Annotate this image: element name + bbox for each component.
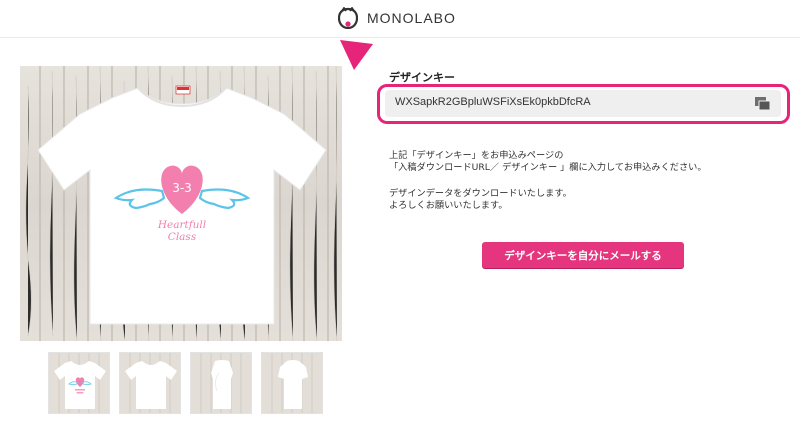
- instruction-line-4: よろしくお願いいたします。: [389, 200, 508, 211]
- email-design-key-button[interactable]: デザインキーを自分にメールする: [482, 242, 684, 268]
- monolabo-logo-icon: [338, 7, 358, 29]
- instruction-line-2: 「入稿ダウンロードURL／ デザインキー 」欄に入力してお申込みください。: [389, 162, 707, 173]
- print-line-class: Class: [168, 231, 197, 243]
- copy-icon[interactable]: [755, 97, 771, 111]
- site-header: MONOLABO: [0, 0, 800, 38]
- instruction-line-1: 上記「デザインキー」をお申込みページの: [389, 150, 564, 161]
- design-key-label: デザインキー: [389, 71, 455, 84]
- print-number: 3-3: [172, 181, 192, 195]
- print-line-heartfull: Heartfull: [157, 219, 206, 231]
- thumbnail-side[interactable]: [190, 352, 252, 414]
- thumbnail-front-print[interactable]: [48, 352, 110, 414]
- instruction-line-3: デザインデータをダウンロードいたします。: [389, 188, 572, 199]
- thumbnail-front-plain[interactable]: [119, 352, 181, 414]
- brand-name: MONOLABO: [367, 10, 456, 26]
- pointer-arrow-icon: [340, 40, 373, 70]
- design-key-field[interactable]: WXSapkR2GBpluWSFiXsEk0pkbDfcRA: [385, 90, 781, 117]
- brand-logo[interactable]: MONOLABO: [338, 6, 456, 30]
- thumbnail-back[interactable]: [261, 352, 323, 414]
- thumbnail-strip: [48, 352, 323, 414]
- design-key-value[interactable]: WXSapkR2GBpluWSFiXsEk0pkbDfcRA: [395, 96, 591, 108]
- product-main-image: 3-3 Heartfull Class: [20, 66, 342, 341]
